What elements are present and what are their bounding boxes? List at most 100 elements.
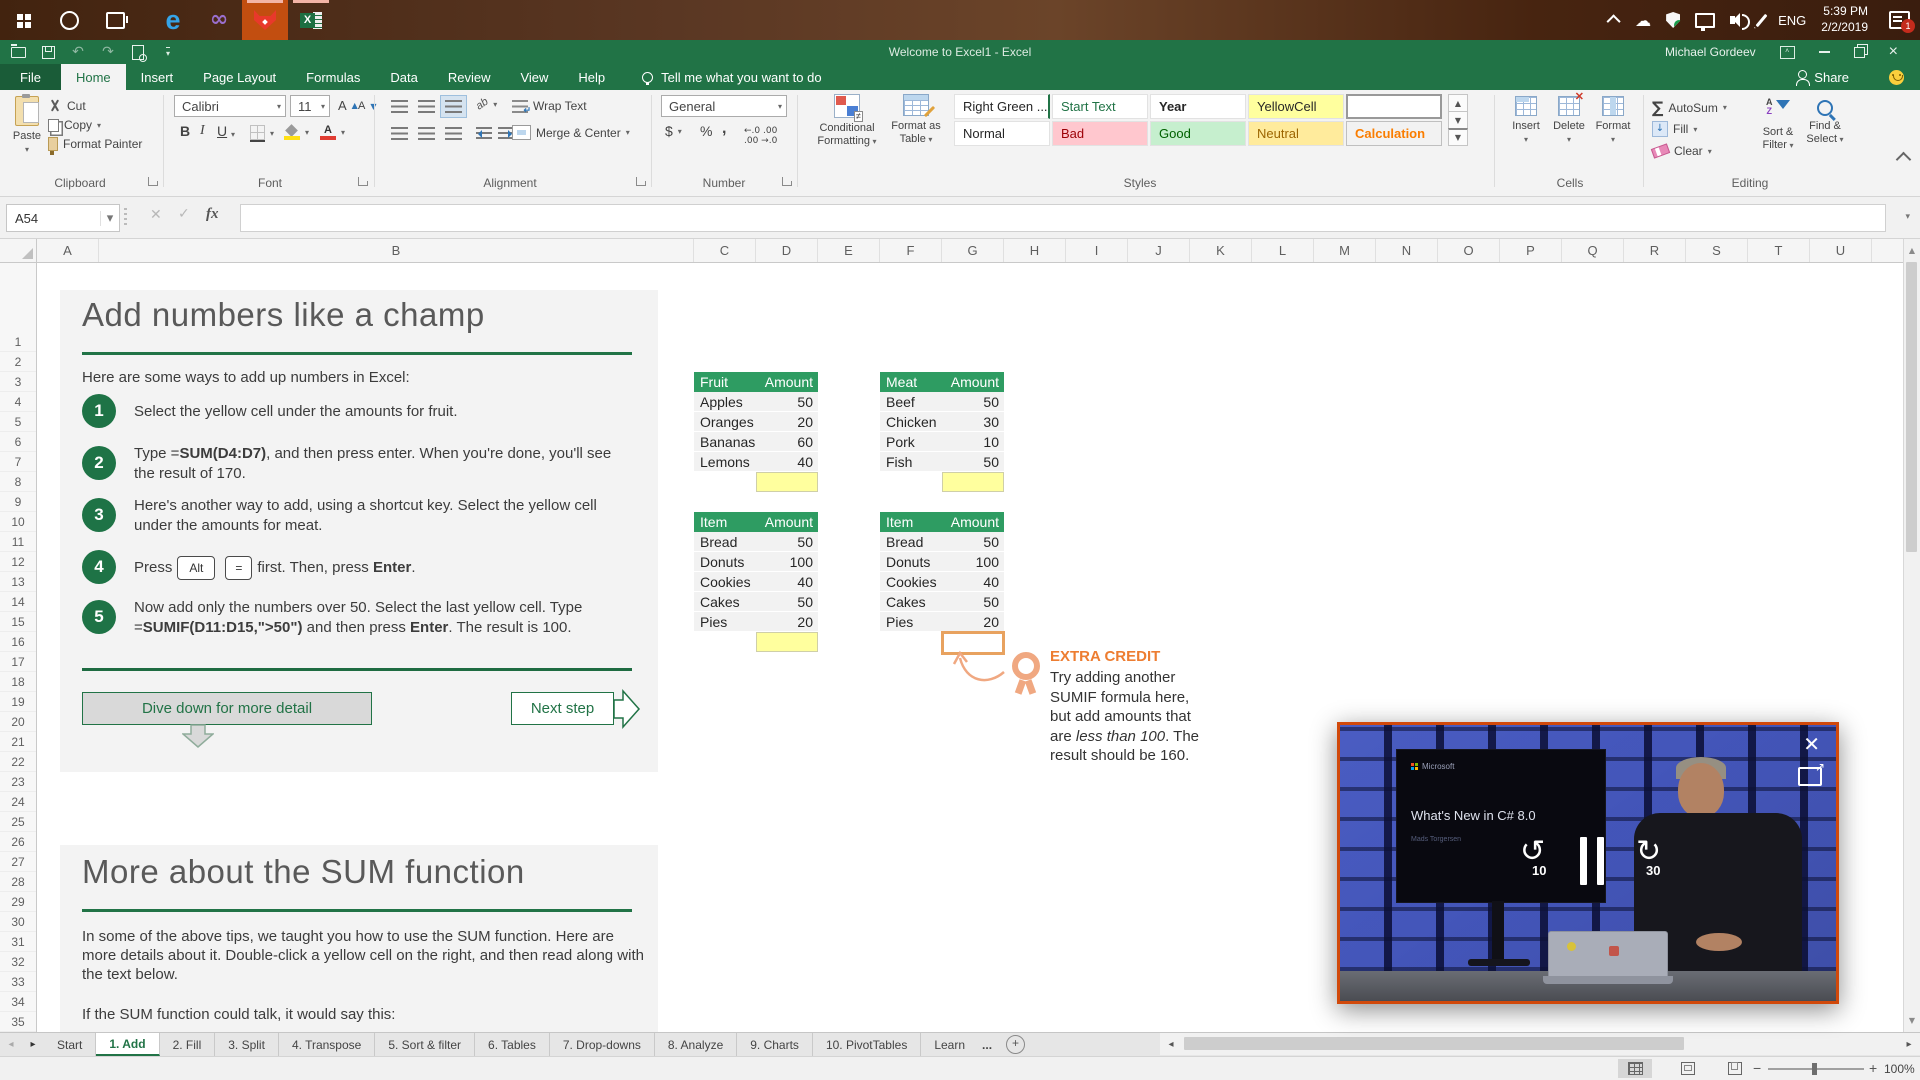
pen-icon[interactable] — [1756, 13, 1768, 26]
row-header[interactable]: 20 — [0, 712, 36, 732]
row-header[interactable]: 9 — [0, 492, 36, 512]
tab-help[interactable]: Help — [563, 64, 620, 90]
scroll-up-icon[interactable]: ▲ — [1904, 240, 1920, 260]
row-header[interactable]: 25 — [0, 812, 36, 832]
table-row[interactable]: Cookies40 — [880, 572, 1004, 592]
font-name-combo[interactable]: Calibri▾ — [174, 95, 286, 117]
alignment-dialog-launcher[interactable] — [636, 177, 645, 186]
column-header[interactable]: Q — [1562, 238, 1624, 262]
tab-insert[interactable]: Insert — [126, 64, 189, 90]
sheet-tab-2-fill[interactable]: 2. Fill — [160, 1033, 216, 1056]
row-header[interactable]: 22 — [0, 752, 36, 772]
video-close-icon[interactable]: ✕ — [1803, 735, 1820, 755]
conditional-formatting-button[interactable]: Conditional Formatting ▾ — [815, 94, 879, 148]
view-page-break-button[interactable] — [1718, 1059, 1752, 1078]
sheet-tab-8-analyze[interactable]: 8. Analyze — [655, 1033, 737, 1056]
row-header[interactable]: 16 — [0, 632, 36, 652]
item-sum-yellow-cell[interactable] — [756, 632, 818, 652]
copy-button[interactable]: Copy▾ — [48, 118, 101, 132]
row-header[interactable]: 24 — [0, 792, 36, 812]
borders-button[interactable]: ▾ — [250, 125, 274, 142]
tab-page-layout[interactable]: Page Layout — [188, 64, 291, 90]
column-header[interactable]: F — [880, 238, 942, 262]
decrease-indent-button[interactable] — [476, 127, 492, 139]
zoom-out-button[interactable]: − — [1753, 1060, 1761, 1076]
column-header[interactable]: I — [1066, 238, 1128, 262]
column-header[interactable]: U — [1810, 238, 1872, 262]
table-row[interactable]: Fish50 — [880, 452, 1004, 472]
column-header[interactable]: J — [1128, 238, 1190, 262]
accounting-format-button[interactable]: $▾ — [665, 123, 682, 139]
table-row[interactable]: Pies20 — [694, 612, 818, 632]
decrease-decimal-button[interactable]: .00 →.0 — [744, 136, 777, 146]
save-button[interactable] — [40, 44, 56, 60]
find-select-button[interactable]: Find & Select ▾ — [1803, 96, 1847, 146]
sheet-tab-5-sort-filter[interactable]: 5. Sort & filter — [375, 1033, 475, 1056]
row-header[interactable]: 6 — [0, 432, 36, 452]
row-header[interactable]: 11 — [0, 532, 36, 552]
row-header[interactable]: 21 — [0, 732, 36, 752]
restore-button[interactable] — [1854, 47, 1865, 58]
defender-shield-icon[interactable]: ✓ — [1666, 12, 1680, 28]
table-row[interactable]: Pork10 — [880, 432, 1004, 452]
column-header[interactable]: D — [756, 238, 818, 262]
row-header[interactable]: 29 — [0, 892, 36, 912]
horizontal-scroll-thumb[interactable] — [1184, 1037, 1684, 1050]
table-row[interactable]: Cakes50 — [880, 592, 1004, 612]
row-header[interactable]: 30 — [0, 912, 36, 932]
row-header[interactable]: 27 — [0, 852, 36, 872]
table-row[interactable]: Oranges20 — [694, 412, 818, 432]
style-neutral[interactable]: Neutral — [1248, 121, 1344, 146]
style-right-green-border[interactable]: Right Green ... — [954, 94, 1050, 119]
style-blank-selected[interactable] — [1346, 94, 1442, 119]
italic-button[interactable]: I — [200, 123, 205, 139]
column-header[interactable]: S — [1686, 238, 1748, 262]
scroll-down-icon[interactable]: ▼ — [1904, 1010, 1920, 1030]
middle-align-button[interactable] — [413, 95, 440, 118]
clipboard-dialog-launcher[interactable] — [148, 177, 157, 186]
row-header[interactable]: 31 — [0, 932, 36, 952]
column-header[interactable]: B — [99, 238, 694, 262]
sheet-tab-learn[interactable]: Learn — [921, 1033, 978, 1056]
cut-button[interactable]: Cut — [48, 99, 86, 113]
sort-filter-button[interactable]: AZ Sort & Filter ▾ — [1756, 96, 1800, 152]
next-step-button[interactable]: Next step — [511, 692, 614, 725]
table-row[interactable]: Beef50 — [880, 392, 1004, 412]
table-row[interactable]: Donuts100 — [880, 552, 1004, 572]
column-header[interactable]: C — [694, 238, 756, 262]
row-header[interactable]: 15 — [0, 612, 36, 632]
format-cells-button[interactable]: Format ▾ — [1592, 96, 1634, 146]
style-year[interactable]: Year — [1150, 94, 1246, 119]
row-header[interactable]: 5 — [0, 412, 36, 432]
vertical-scroll-thumb[interactable] — [1906, 262, 1917, 552]
row-header[interactable]: 34 — [0, 992, 36, 1012]
redo-button[interactable]: ↷ — [100, 44, 116, 60]
gallery-up-button[interactable]: ▲ — [1448, 94, 1468, 112]
percent-style-button[interactable]: % — [700, 123, 712, 139]
undo-button[interactable]: ↶ — [70, 44, 86, 60]
new-sheet-button[interactable]: + — [1006, 1035, 1025, 1054]
column-header[interactable]: O — [1438, 238, 1500, 262]
row-header[interactable]: 14 — [0, 592, 36, 612]
cortana-button[interactable] — [46, 0, 92, 40]
table-row[interactable]: Pies20 — [880, 612, 1004, 632]
table-row[interactable]: Apples50 — [694, 392, 818, 412]
zoom-level[interactable]: 100% — [1884, 1062, 1915, 1076]
tab-review[interactable]: Review — [433, 64, 506, 90]
column-header[interactable]: M — [1314, 238, 1376, 262]
underline-dropdown[interactable]: ▾ — [231, 130, 235, 139]
column-header[interactable]: T — [1748, 238, 1810, 262]
fill-color-button[interactable]: ▾ — [284, 125, 309, 140]
row-header[interactable]: 17 — [0, 652, 36, 672]
hscroll-left-icon[interactable]: ◂ — [1160, 1039, 1182, 1050]
style-good[interactable]: Good — [1150, 121, 1246, 146]
style-yellowcell[interactable]: YellowCell — [1248, 94, 1344, 119]
formula-input[interactable] — [240, 204, 1886, 232]
start-button[interactable] — [0, 0, 46, 40]
gallery-down-button[interactable]: ▼ — [1448, 111, 1468, 129]
row-header[interactable]: 26 — [0, 832, 36, 852]
name-box[interactable]: A54 ▾ — [6, 204, 120, 232]
pause-button[interactable] — [1580, 837, 1587, 885]
style-bad[interactable]: Bad — [1052, 121, 1148, 146]
style-start-text[interactable]: Start Text — [1052, 94, 1148, 119]
